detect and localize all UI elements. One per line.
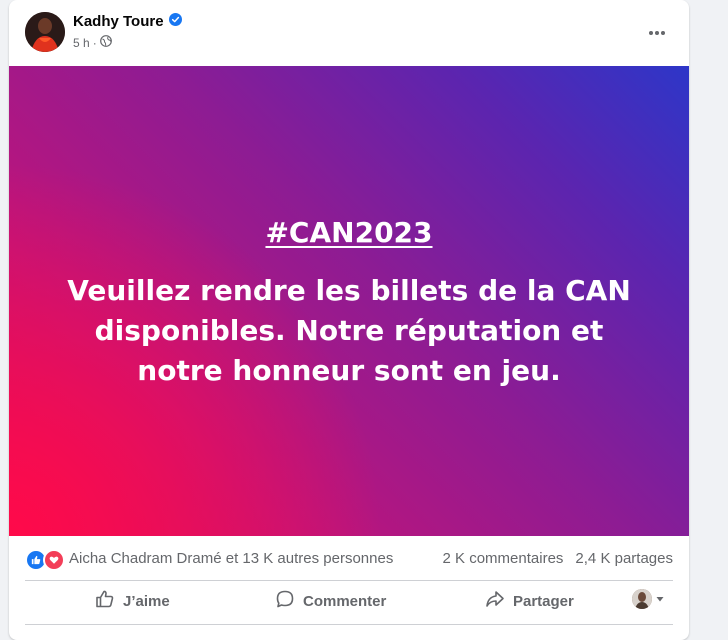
speech-bubble-icon	[275, 589, 295, 613]
post-card: Kadhy Toure 5 h · #CAN2023 Veuillez rend…	[9, 0, 689, 640]
engagement-counts: 2 K commentaires 2,4 K partages	[443, 550, 673, 567]
post-background: #CAN2023 Veuillez rendre les billets de …	[9, 66, 689, 536]
hashtag-link[interactable]: #CAN2023	[9, 216, 689, 249]
verified-badge-icon	[168, 13, 182, 30]
post-header: Kadhy Toure 5 h ·	[9, 0, 689, 66]
post-time[interactable]: 5 h	[73, 36, 90, 50]
thumbs-up-icon	[95, 589, 115, 613]
globe-icon[interactable]	[99, 35, 112, 50]
more-options-button[interactable]	[641, 16, 673, 48]
author-avatar[interactable]	[25, 12, 65, 52]
reactions-summary-row: Aicha Chadram Dramé et 13 K autres perso…	[25, 536, 673, 581]
caret-down-icon	[655, 591, 665, 608]
share-button[interactable]: Partager	[485, 581, 574, 621]
comments-count[interactable]: 2 K commentaires	[443, 550, 564, 567]
post-meta: 5 h ·	[73, 35, 112, 50]
meta-separator: ·	[92, 35, 97, 50]
like-button[interactable]: J’aime	[95, 581, 170, 621]
post-actions-bar: J’aime Commenter Partager	[25, 581, 673, 621]
reaction-summary-text[interactable]: Aicha Chadram Dramé et 13 K autres perso…	[69, 550, 393, 567]
divider	[25, 624, 673, 625]
comment-button[interactable]: Commenter	[275, 581, 386, 621]
like-label: J’aime	[123, 592, 170, 610]
shares-count[interactable]: 2,4 K partages	[575, 550, 673, 567]
share-label: Partager	[513, 592, 574, 610]
reaction-profile-selector[interactable]	[632, 589, 665, 609]
author-name[interactable]: Kadhy Toure	[73, 13, 164, 30]
reaction-icons[interactable]	[25, 549, 65, 571]
comment-label: Commenter	[303, 592, 387, 610]
love-reaction-icon	[43, 549, 65, 571]
profile-avatar	[632, 589, 652, 609]
avatar-image	[25, 12, 65, 52]
share-arrow-icon	[485, 589, 505, 613]
more-horizontal-icon	[648, 23, 666, 41]
post-text: Veuillez rendre les billets de la CAN di…	[67, 274, 631, 387]
author-name-row: Kadhy Toure	[73, 13, 182, 30]
